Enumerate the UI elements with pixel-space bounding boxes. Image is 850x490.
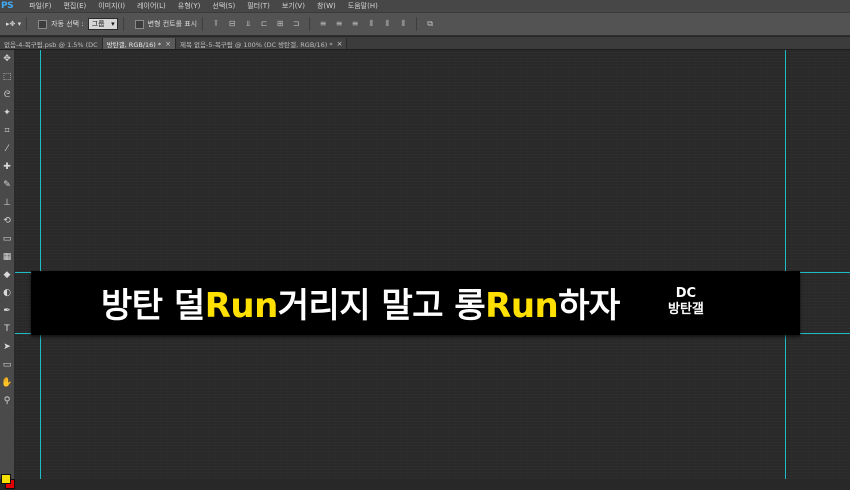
shape-icon[interactable]: ▭	[0, 356, 14, 374]
menu-view[interactable]: 보기(V)	[276, 1, 311, 11]
menu-filter[interactable]: 필터(T)	[241, 1, 276, 11]
tab-label: 없음-4-복구됨.psb @ 1.5% (DC	[4, 40, 98, 49]
banner-artwork: 방탄 덜Run거리지 말고 롱Run하자 DC 방탄갤	[31, 271, 800, 335]
signature-dc: DC	[675, 286, 697, 301]
distribute-vcenter-icon[interactable]: ≡	[333, 18, 345, 30]
eraser-icon[interactable]: ▭	[0, 230, 14, 248]
menu-layer[interactable]: 레이어(L)	[131, 1, 172, 11]
distribute-right-icon[interactable]: ⦀	[397, 18, 409, 30]
close-icon[interactable]: ×	[337, 40, 343, 48]
crop-icon[interactable]: ⌗	[0, 122, 14, 140]
gradient-icon[interactable]: ▦	[0, 248, 14, 266]
transform-controls-option[interactable]: 변형 컨트롤 표시	[134, 19, 198, 29]
menu-help[interactable]: 도움말(H)	[342, 1, 384, 11]
menu-select[interactable]: 선택(S)	[206, 1, 241, 11]
path-select-icon[interactable]: ➤	[0, 338, 14, 356]
options-bar: ▸✥ ▾ 자동 선택 : 그룹 변형 컨트롤 표시 ⫪ ⊟ ⫫ ⊏ ⊞ ⊐ ≡ …	[0, 13, 850, 36]
color-swatches[interactable]	[1, 474, 15, 490]
menu-file[interactable]: 파일(F)	[23, 1, 57, 11]
transform-controls-label: 변형 컨트롤 표시	[147, 20, 198, 28]
banner-signature: DC 방탄갤	[668, 287, 704, 316]
blur-icon[interactable]: ◆	[0, 266, 14, 284]
divider	[26, 17, 28, 31]
transform-controls-checkbox[interactable]	[134, 19, 144, 29]
auto-align-layers-icon[interactable]: ⧉	[424, 18, 436, 30]
menu-bar: PS 파일(F) 편집(E) 이미지(I) 레이어(L) 유형(Y) 선택(S)…	[0, 0, 850, 13]
divider	[122, 17, 124, 31]
document-tab[interactable]: 제목 없음-5-복구됨 @ 100% (DC 방탄갤, RGB/16) * ×	[176, 38, 348, 49]
banner-highlight-run: Run	[485, 286, 559, 326]
stamp-icon[interactable]: ⊥	[0, 194, 14, 212]
banner-text-part: 하자	[558, 286, 620, 326]
move-icon[interactable]: ✥	[0, 50, 14, 68]
distribute-hcenter-icon[interactable]: ⦀	[381, 18, 393, 30]
tab-label: 방탄갤, RGB/16) *	[106, 40, 162, 49]
zoom-icon[interactable]: ⚲	[0, 392, 14, 410]
close-icon[interactable]: ×	[165, 40, 171, 48]
menu-image[interactable]: 이미지(I)	[92, 1, 131, 11]
align-right-icon[interactable]: ⊐	[290, 18, 302, 30]
guide-vertical-right[interactable]	[785, 50, 786, 479]
document-tab-bar: 없음-4-복구됨.psb @ 1.5% (DC 방탄갤, RGB/16) * ×…	[0, 37, 850, 50]
menu-window[interactable]: 창(W)	[311, 1, 342, 11]
dodge-icon[interactable]: ◐	[0, 284, 14, 302]
align-left-icon[interactable]: ⊏	[258, 18, 270, 30]
tools-panel: ✥ ⬚ ᘓ ✦ ⌗ ⁄ ✚ ✎ ⊥ ⟲ ▭ ▦ ◆ ◐ ✒ T ➤ ▭ ✋ ⚲	[0, 50, 15, 489]
align-bottom-icon[interactable]: ⫫	[242, 18, 254, 30]
document-canvas[interactable]: 방탄 덜Run거리지 말고 롱Run하자 DC 방탄갤	[15, 50, 850, 479]
divider	[202, 17, 204, 31]
document-tab[interactable]: 없음-4-복구됨.psb @ 1.5% (DC	[0, 38, 103, 49]
foreground-color-swatch[interactable]	[1, 474, 11, 484]
tab-label: 제목 없음-5-복구됨 @ 100% (DC 방탄갤, RGB/16) *	[180, 40, 333, 49]
marquee-icon[interactable]: ⬚	[0, 68, 14, 86]
divider	[309, 17, 311, 31]
distribute-top-icon[interactable]: ≡	[317, 18, 329, 30]
eyedropper-icon[interactable]: ⁄	[0, 140, 14, 158]
move-tool-preset-icon[interactable]: ▸✥ ▾	[6, 20, 21, 28]
magic-wand-icon[interactable]: ✦	[0, 104, 14, 122]
hand-icon[interactable]: ✋	[0, 374, 14, 392]
auto-select-checkbox[interactable]	[38, 19, 48, 29]
banner-headline: 방탄 덜Run거리지 말고 롱Run하자	[101, 278, 620, 327]
menu-type[interactable]: 유형(Y)	[172, 1, 207, 11]
menu-edit[interactable]: 편집(E)	[57, 1, 92, 11]
distribute-left-icon[interactable]: ⦀	[365, 18, 377, 30]
guide-vertical-left[interactable]	[40, 50, 41, 479]
signature-gallery: 방탄갤	[668, 302, 704, 317]
auto-select-option[interactable]: 자동 선택 : 그룹	[38, 18, 118, 30]
type-icon[interactable]: T	[0, 320, 14, 338]
banner-text-part: 방탄 덜	[101, 286, 205, 326]
auto-select-label: 자동 선택 :	[51, 20, 84, 28]
align-top-icon[interactable]: ⫪	[210, 18, 222, 30]
distribute-bottom-icon[interactable]: ≡	[349, 18, 361, 30]
brush-icon[interactable]: ✎	[0, 176, 14, 194]
app-logo: PS	[1, 1, 14, 11]
document-tab-active[interactable]: 방탄갤, RGB/16) * ×	[102, 38, 177, 49]
align-hcenter-icon[interactable]: ⊞	[274, 18, 286, 30]
lasso-icon[interactable]: ᘓ	[0, 86, 14, 104]
healing-brush-icon[interactable]: ✚	[0, 158, 14, 176]
align-vcenter-icon[interactable]: ⊟	[226, 18, 238, 30]
divider	[416, 17, 418, 31]
auto-select-dropdown[interactable]: 그룹	[87, 18, 118, 30]
history-brush-icon[interactable]: ⟲	[0, 212, 14, 230]
pen-icon[interactable]: ✒	[0, 302, 14, 320]
banner-text-part: 거리지 말고 롱	[277, 286, 486, 326]
banner-highlight-run: Run	[204, 286, 279, 326]
